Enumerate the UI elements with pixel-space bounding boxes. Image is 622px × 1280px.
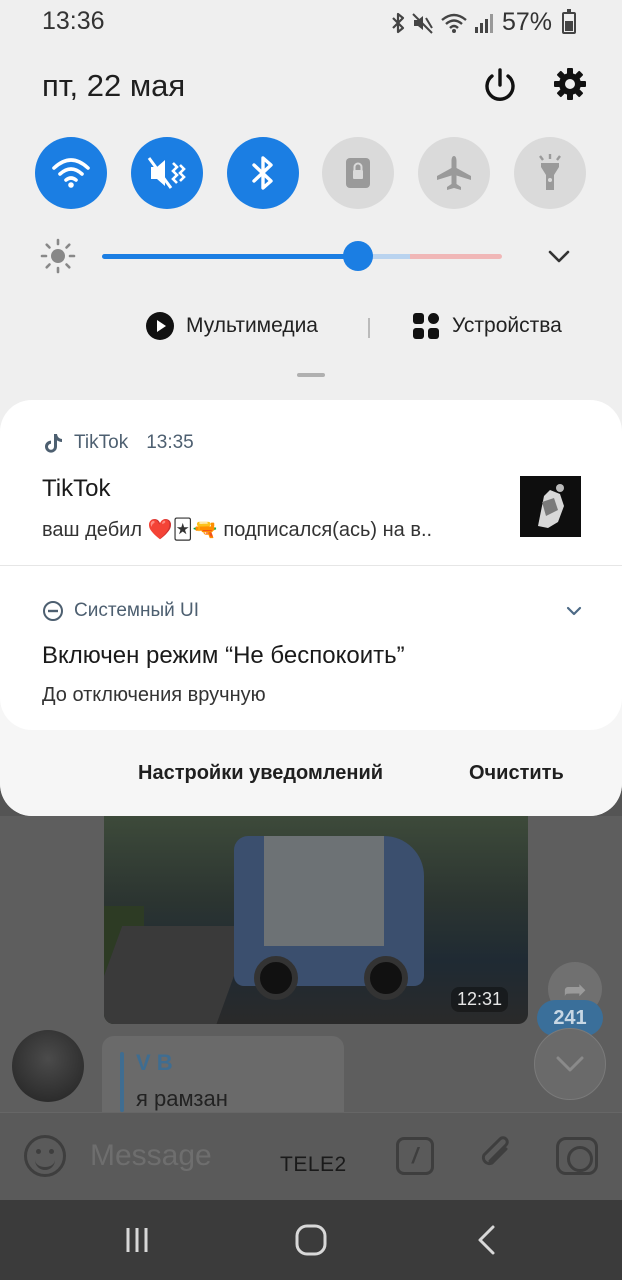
notification-settings-button[interactable]: Настройки уведомлений xyxy=(138,762,383,785)
power-button[interactable] xyxy=(480,66,520,106)
notification-text: ваш дебил ❤️🃏🔫 подписался(ась) на в.. xyxy=(42,519,433,541)
home-button[interactable] xyxy=(291,1222,331,1258)
devices-button[interactable]: Устройства xyxy=(412,312,562,340)
carrier-label: TELE2 xyxy=(280,1153,347,1176)
sound-vibrate-toggle[interactable] xyxy=(131,137,203,209)
chevron-down-icon xyxy=(556,1056,584,1072)
bot-command-icon[interactable]: / xyxy=(396,1137,434,1175)
gear-icon xyxy=(554,68,586,100)
play-icon xyxy=(146,312,174,340)
reply-text: я рамзан xyxy=(136,1086,228,1111)
settings-button[interactable] xyxy=(550,64,590,104)
brightness-thumb[interactable] xyxy=(343,241,373,271)
recents-icon xyxy=(126,1228,148,1252)
notification-title: Включен режим “Не беспокоить” xyxy=(42,642,405,669)
notification-app-name: TikTok xyxy=(74,432,129,453)
tiktok-app-row: TikTok 13:35 xyxy=(42,432,194,454)
photo-time: 12:31 xyxy=(450,987,508,1012)
notification-shade: 13:36 57% пт, 22 мая Мультимедиа Устройс… xyxy=(0,0,622,816)
bluetooth-toggle[interactable] xyxy=(227,137,299,209)
reply-name: V B xyxy=(136,1050,173,1075)
system-nav-bar xyxy=(0,1200,622,1280)
media-output-button[interactable]: Мультимедиа xyxy=(146,312,318,340)
battery-percent: 57% xyxy=(501,8,552,36)
tiktok-icon xyxy=(45,434,62,453)
flashlight-toggle[interactable] xyxy=(514,137,586,209)
notification-thumbnail xyxy=(520,476,581,537)
emoji-icon[interactable] xyxy=(24,1135,66,1177)
airplane-icon xyxy=(437,156,471,190)
bluetooth-icon xyxy=(252,156,273,190)
status-time: 13:36 xyxy=(42,7,105,35)
wifi-icon xyxy=(52,158,90,188)
chevron-down-icon xyxy=(548,250,570,263)
home-icon xyxy=(295,1224,327,1256)
status-bar: 13:36 57% xyxy=(0,0,622,44)
rotation-lock-icon xyxy=(346,158,370,188)
chat-photo[interactable]: 12:31 xyxy=(104,816,528,1024)
reply-bubble[interactable]: V B я рамзан xyxy=(102,1036,344,1116)
notification-title: TikTok xyxy=(42,475,111,502)
battery-icon xyxy=(562,8,576,34)
camera-icon[interactable] xyxy=(556,1137,598,1175)
airplane-mode-toggle[interactable] xyxy=(418,137,490,209)
avatar[interactable] xyxy=(12,1030,84,1102)
devices-label: Устройства xyxy=(452,314,562,337)
back-button[interactable] xyxy=(466,1222,506,1258)
van-image xyxy=(234,836,424,1000)
message-input-bar: Message TELE2 / xyxy=(0,1112,622,1200)
back-icon xyxy=(478,1225,495,1255)
notification-time: 13:35 xyxy=(146,432,194,453)
media-label: Мультимедиа xyxy=(186,314,318,337)
bluetooth-icon xyxy=(392,12,405,33)
expand-notification-button[interactable] xyxy=(566,604,582,616)
notification-app-name: Системный UI xyxy=(74,600,199,621)
vibrate-mute-icon xyxy=(147,157,186,189)
brightness-slider[interactable] xyxy=(102,241,502,271)
scroll-down-button[interactable] xyxy=(534,1028,606,1100)
do-not-disturb-icon xyxy=(43,601,63,621)
drag-handle[interactable] xyxy=(297,373,325,377)
clear-button[interactable]: Очистить xyxy=(469,762,564,785)
notification-text: До отключения вручную xyxy=(42,684,266,706)
attach-icon[interactable] xyxy=(476,1133,516,1182)
background-chat: 12:31 ➦ 241 V B я рамзан xyxy=(0,816,622,1116)
portrait-lock-toggle[interactable] xyxy=(322,137,394,209)
system-ui-app-row: Системный UI xyxy=(42,600,199,622)
devices-grid-icon xyxy=(413,313,439,339)
signal-icon xyxy=(474,13,493,33)
expand-panel-button[interactable] xyxy=(545,244,573,268)
media-devices-row: Мультимедиа Устройства xyxy=(0,308,622,348)
chevron-down-icon xyxy=(566,606,582,616)
mute-icon xyxy=(412,12,433,34)
recents-button[interactable] xyxy=(117,1222,157,1258)
brightness-icon xyxy=(40,238,76,274)
message-input[interactable]: Message xyxy=(90,1139,212,1173)
wifi-status-icon xyxy=(441,13,467,33)
date-label[interactable]: пт, 22 мая xyxy=(42,68,185,104)
flashlight-icon xyxy=(539,154,561,190)
wifi-toggle[interactable] xyxy=(35,137,107,209)
brightness-fill xyxy=(102,254,358,259)
notification-actions: Настройки уведомлений Очистить xyxy=(0,740,622,810)
power-icon xyxy=(485,68,515,101)
